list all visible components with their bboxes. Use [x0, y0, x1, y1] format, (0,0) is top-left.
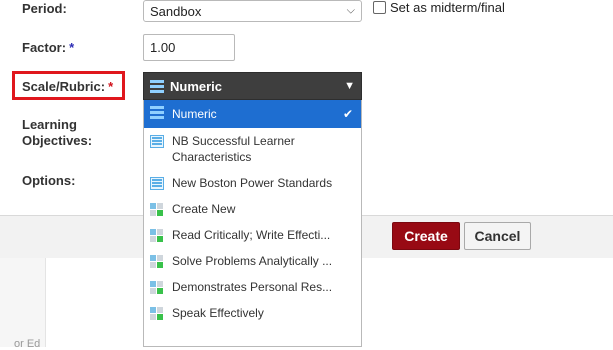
numeric-scale-icon	[150, 79, 164, 93]
list-scale-icon	[150, 135, 164, 148]
option-label: Create New	[172, 202, 236, 216]
dropdown-option-numeric[interactable]: Numeric ✔	[144, 100, 361, 128]
period-select[interactable]: Sandbox ⌵	[143, 0, 362, 22]
dropdown-option-demonstrates-personal[interactable]: Demonstrates Personal Res...	[144, 274, 361, 300]
dropdown-option-read-critically[interactable]: Read Critically; Write Effecti...	[144, 222, 361, 248]
rubric-grid-icon	[150, 229, 164, 242]
period-value: Sandbox	[150, 3, 202, 19]
scale-rubric-select[interactable]: Numeric ▼	[143, 72, 362, 100]
rubric-grid-icon	[150, 255, 164, 268]
left-side-strip	[0, 258, 46, 347]
factor-value: 1.00	[150, 40, 176, 55]
dropdown-option-speak-effectively[interactable]: Speak Effectively	[144, 300, 361, 326]
midterm-checkbox-row[interactable]: Set as midterm/final	[373, 0, 505, 15]
scale-rubric-dropdown-list: Numeric ✔ NB Successful Learner Characte…	[143, 100, 362, 347]
option-label: NB Successful Learner Characteristics	[172, 134, 295, 164]
learning-objectives-label: Learning Objectives:	[22, 117, 93, 148]
dropdown-option-create-new[interactable]: Create New	[144, 196, 361, 222]
option-label: Speak Effectively	[172, 306, 264, 320]
option-label: New Boston Power Standards	[172, 176, 333, 190]
list-scale-icon	[150, 177, 164, 190]
midterm-checkbox[interactable]	[373, 1, 386, 14]
rubric-grid-icon	[150, 203, 164, 216]
option-label: Demonstrates Personal Res...	[172, 280, 333, 294]
create-button[interactable]: Create	[392, 222, 460, 250]
dropdown-option-new-boston-power[interactable]: New Boston Power Standards	[144, 170, 361, 196]
option-label: Solve Problems Analytically ...	[172, 254, 333, 268]
option-label: Read Critically; Write Effecti...	[172, 228, 331, 242]
option-label: Numeric	[172, 107, 217, 121]
factor-input[interactable]: 1.00	[143, 34, 235, 61]
left-strip-text: or Ed	[14, 338, 41, 350]
factor-label: Factor: *	[22, 40, 75, 55]
midterm-label: Set as midterm/final	[390, 0, 505, 15]
rubric-grid-icon	[150, 281, 164, 294]
chevron-down-icon: ▼	[344, 80, 355, 92]
rubric-grid-icon	[150, 307, 164, 320]
scale-value: Numeric	[170, 78, 223, 94]
dropdown-option-solve-problems[interactable]: Solve Problems Analytically ...	[144, 248, 361, 274]
numeric-scale-icon	[150, 106, 164, 119]
period-label: Period:	[22, 1, 67, 16]
chevron-down-icon: ⌵	[346, 4, 355, 17]
dropdown-option-nb-successful-learner[interactable]: NB Successful Learner Characteristics	[144, 128, 361, 170]
checkmark-icon: ✔	[342, 107, 353, 121]
cancel-button[interactable]: Cancel	[464, 222, 531, 250]
scale-label: Scale/Rubric: *	[22, 79, 114, 94]
options-label: Options:	[22, 173, 76, 188]
